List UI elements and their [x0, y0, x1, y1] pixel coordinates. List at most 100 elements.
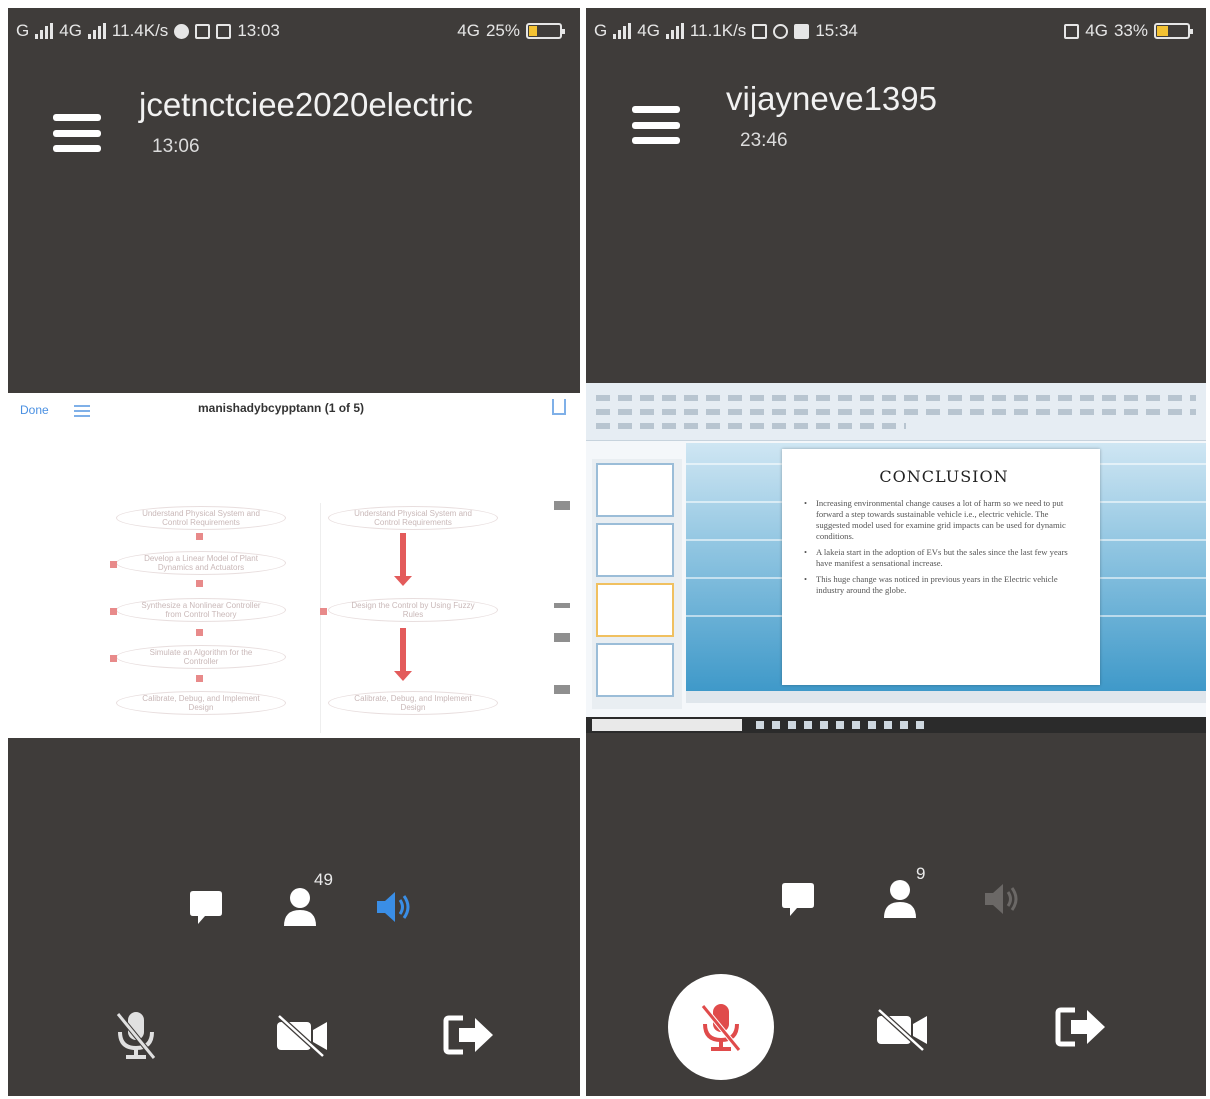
document-toolbar: Done manishadybcypptann (1 of 5)	[8, 393, 580, 429]
taskbar-app-icon[interactable]	[772, 721, 780, 729]
flow-connector	[196, 629, 203, 636]
speaker-icon[interactable]	[982, 878, 1024, 920]
left-phone-screen: G 4G 11.4K/s 13:03 4G 25% jcetnctciee202…	[8, 8, 580, 1096]
notification-icon	[794, 23, 810, 39]
network-type-2: 4G	[59, 21, 82, 40]
network-type-right: 4G	[457, 21, 480, 40]
taskbar-app-icon[interactable]	[884, 721, 892, 729]
speaker-icon[interactable]	[374, 886, 416, 928]
taskbar-app-icon[interactable]	[756, 721, 764, 729]
flow-marker	[110, 608, 117, 615]
network-type: G	[594, 21, 608, 40]
network-type-2: 4G	[637, 21, 660, 40]
participants-icon[interactable]	[280, 884, 320, 930]
slide-bullet: This huge change was noticed in previous…	[804, 574, 1084, 596]
participants-count: 49	[314, 870, 333, 889]
signal-icon	[665, 23, 684, 39]
screen-share-view: Done manishadybcypptann (1 of 5) Underst…	[8, 393, 580, 738]
signal-icon	[613, 23, 632, 39]
network-type-right: 4G	[1085, 21, 1108, 40]
navigation-icon	[174, 23, 190, 39]
taskbar-app-icon[interactable]	[900, 721, 908, 729]
slide-thumbnails	[592, 459, 682, 709]
flow-marker	[110, 561, 117, 568]
clock: 13:03	[237, 21, 280, 40]
divider	[320, 503, 321, 733]
page-thumbnail[interactable]	[554, 501, 570, 510]
flow-box: Calibrate, Debug, and Implement Design	[116, 691, 286, 715]
document-title: manishadybcypptann (1 of 5)	[198, 401, 365, 415]
slide-thumbnail[interactable]	[596, 463, 674, 517]
notification-icon	[752, 23, 768, 39]
taskbar-app-icon[interactable]	[852, 721, 860, 729]
taskbar-app-icon[interactable]	[788, 721, 796, 729]
vibrate-icon	[1064, 23, 1080, 39]
page-thumbnail[interactable]	[554, 633, 570, 642]
slide-thumbnail[interactable]	[596, 583, 674, 637]
page-thumbnail[interactable]	[554, 685, 570, 694]
leave-room-icon[interactable]	[1054, 1004, 1108, 1050]
flow-connector	[196, 580, 203, 587]
windows-taskbar	[586, 717, 1206, 733]
slide-bullets: Increasing environmental change causes a…	[804, 498, 1084, 596]
participants-count: 9	[916, 864, 926, 883]
taskbar-app-icon[interactable]	[916, 721, 924, 729]
slide: CONCLUSION Increasing environmental chan…	[782, 449, 1100, 685]
signal-icon	[35, 23, 54, 39]
slide-bullet: A lakeia start in the adoption of EVs bu…	[804, 547, 1084, 569]
list-icon[interactable]	[74, 405, 90, 417]
hamburger-menu-icon[interactable]	[632, 106, 680, 144]
flow-arrow	[394, 628, 412, 681]
ppt-ribbon	[586, 383, 1206, 441]
done-button[interactable]: Done	[20, 403, 49, 417]
data-speed: 11.4K/s	[111, 21, 169, 40]
slide-thumbnail[interactable]	[596, 643, 674, 697]
room-time: 13:06	[152, 136, 200, 157]
room-time: 23:46	[740, 130, 788, 151]
camera-off-icon[interactable]	[274, 1012, 330, 1060]
taskbar-app-icon[interactable]	[836, 721, 844, 729]
status-bar: G 4G 11.4K/s 13:03 4G 25%	[16, 16, 572, 46]
room-title: jcetnctciee2020electric	[139, 86, 473, 123]
mic-muted-icon[interactable]	[696, 1000, 746, 1056]
flow-marker	[320, 608, 327, 615]
flow-box: Synthesize a Nonlinear Controller from C…	[116, 598, 286, 622]
flow-box: Understand Physical System and Control R…	[328, 506, 498, 530]
flow-box: Calibrate, Debug, and Implement Design	[328, 691, 498, 715]
right-phone-screen: G 4G 11.1K/s 15:34 4G 33% vijayneve1395 …	[586, 8, 1206, 1096]
battery-percent: 33%	[1113, 21, 1148, 40]
network-type: G	[16, 21, 30, 40]
camera-off-icon[interactable]	[874, 1006, 930, 1054]
slide-bullet: Increasing environmental change causes a…	[804, 498, 1084, 542]
participants-icon[interactable]	[880, 876, 920, 922]
taskbar-app-icon[interactable]	[804, 721, 812, 729]
chat-icon[interactable]	[186, 884, 226, 930]
whatsapp-icon	[773, 23, 789, 39]
taskbar-app-icon[interactable]	[868, 721, 876, 729]
page-thumbnail[interactable]	[554, 603, 570, 608]
slide-thumbnail[interactable]	[596, 523, 674, 577]
flow-box: Design the Control by Using Fuzzy Rules	[328, 598, 498, 622]
notification-icon	[195, 23, 211, 39]
flow-box: Understand Physical System and Control R…	[116, 506, 286, 530]
flow-marker	[110, 655, 117, 662]
screen-share-view: CONCLUSION Increasing environmental chan…	[586, 383, 1206, 733]
battery-icon	[526, 23, 565, 39]
share-icon[interactable]	[552, 399, 566, 415]
notification-icon	[216, 23, 232, 39]
taskbar-app-icon[interactable]	[820, 721, 828, 729]
battery-percent: 25%	[485, 21, 520, 40]
battery-icon	[1154, 23, 1193, 39]
flow-box: Develop a Linear Model of Plant Dynamics…	[116, 551, 286, 575]
signal-icon	[87, 23, 106, 39]
mic-muted-icon[interactable]	[111, 1008, 161, 1064]
taskbar-search[interactable]	[592, 719, 742, 731]
room-title: vijayneve1395	[726, 80, 937, 117]
leave-room-icon[interactable]	[442, 1012, 496, 1058]
slide-heading: CONCLUSION	[879, 467, 1009, 486]
data-speed: 11.1K/s	[689, 21, 747, 40]
chat-icon[interactable]	[778, 876, 818, 922]
flow-connector	[196, 675, 203, 682]
clock: 15:34	[815, 21, 858, 40]
hamburger-menu-icon[interactable]	[53, 114, 101, 152]
